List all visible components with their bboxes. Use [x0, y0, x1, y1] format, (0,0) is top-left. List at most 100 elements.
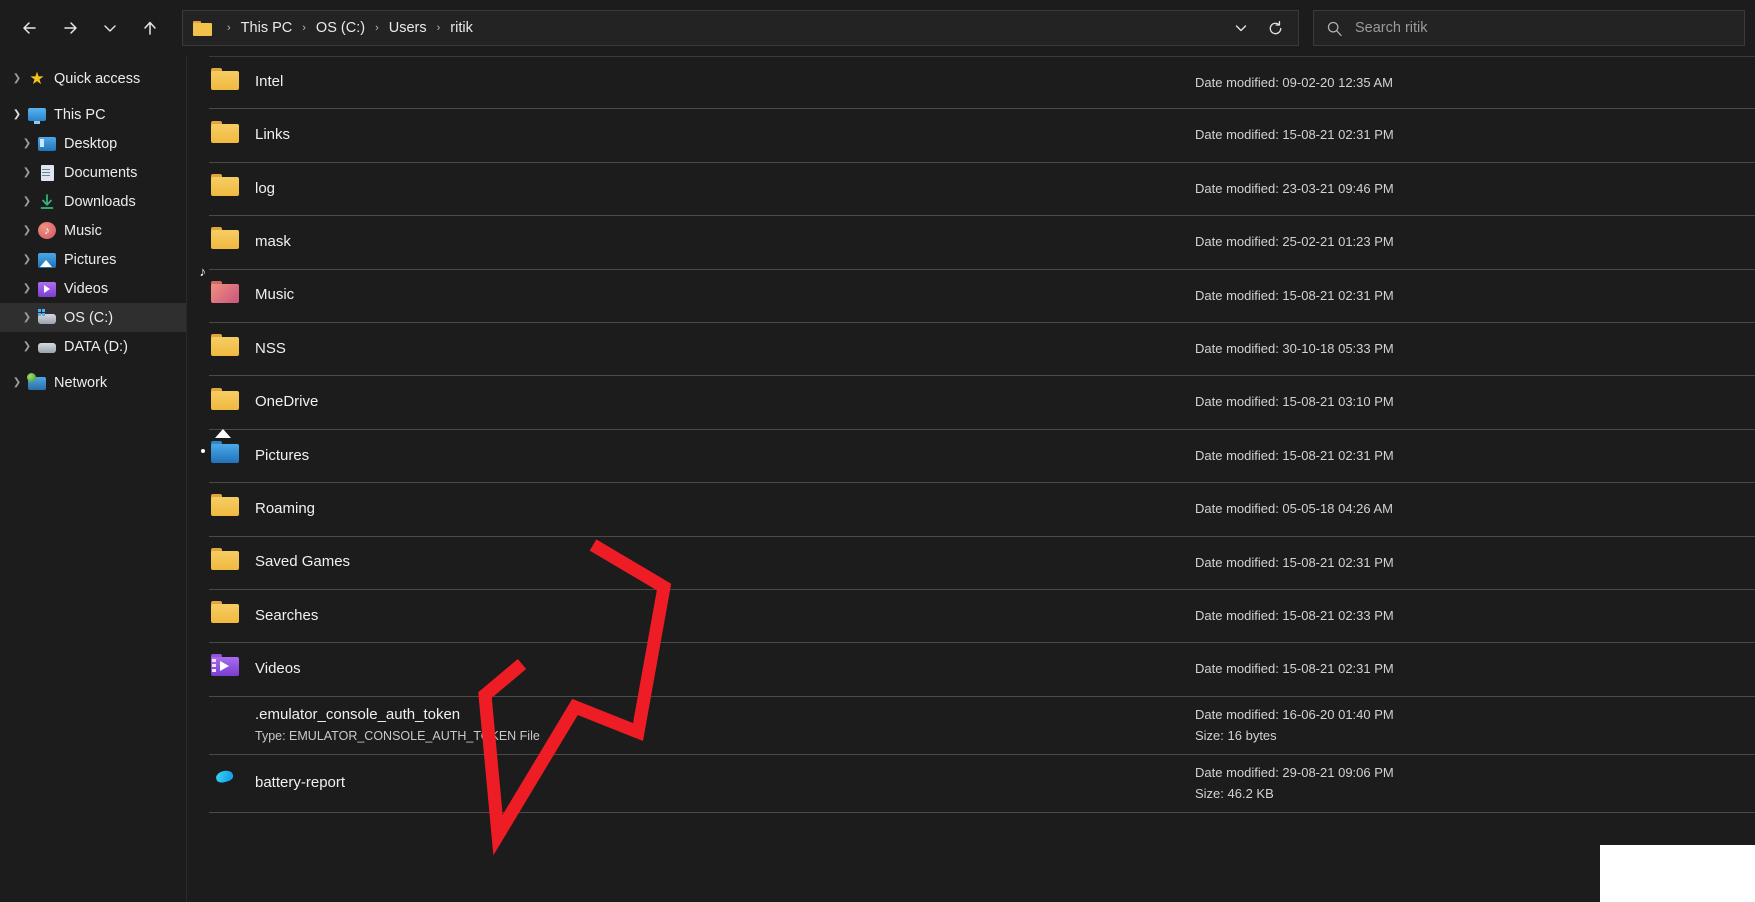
folder-icon — [211, 547, 245, 578]
table-row[interactable]: OneDrive Date modified: 15-08-21 03:10 P… — [209, 376, 1755, 430]
folder-icon — [211, 227, 245, 257]
drive-icon — [38, 338, 56, 356]
recent-locations-button[interactable] — [90, 8, 130, 48]
file-meta: Date modified: 15-08-21 02:31 PM — [1195, 287, 1755, 305]
file-meta: Date modified: 15-08-21 02:33 PM — [1195, 607, 1755, 625]
refresh-icon — [1269, 20, 1281, 34]
star-icon: ★ — [29, 68, 45, 88]
folder-videos-icon — [211, 654, 245, 684]
sidebar-item-documents[interactable]: ❯ Documents — [0, 158, 186, 187]
sidebar-item-label: Network — [54, 374, 108, 391]
breadcrumb-item-ritik[interactable]: ritik — [445, 17, 478, 39]
chevron-right-icon[interactable]: ❯ — [16, 283, 38, 294]
desktop-icon — [38, 135, 56, 153]
date-modified: Date modified: 15-08-21 02:31 PM — [1195, 661, 1394, 677]
table-row[interactable]: Videos Date modified: 15-08-21 02:31 PM — [209, 643, 1755, 697]
file-meta: Date modified: 25-02-21 01:23 PM — [1195, 233, 1755, 251]
address-bar[interactable]: › This PC › OS (C:) › Users › ritik — [182, 10, 1299, 46]
network-icon — [28, 374, 46, 392]
sidebar-item-music[interactable]: ❯ Music — [0, 216, 186, 245]
sidebar-item-label: DATA (D:) — [64, 338, 128, 355]
file-name: Roaming — [255, 499, 316, 517]
file-meta: Date modified: 16-06-20 01:40 PM Size: 1… — [1195, 706, 1755, 745]
sidebar-item-label: Music — [64, 222, 102, 239]
file-meta: Date modified: 15-08-21 02:31 PM — [1195, 554, 1755, 572]
navigation-pane: ❯ ★ Quick access ❯ This PC ❯ Desktop ❯ D… — [0, 56, 187, 902]
sidebar-item-os-c[interactable]: ❯ OS (C:) — [0, 303, 186, 332]
table-row[interactable]: Saved Games Date modified: 15-08-21 02:3… — [209, 537, 1755, 590]
chevron-right-icon[interactable]: ❯ — [16, 138, 38, 149]
table-row[interactable]: Pictures Date modified: 15-08-21 02:31 P… — [201, 428, 1755, 484]
table-row[interactable]: battery-report Date modified: 29-08-21 0… — [209, 755, 1755, 813]
chevron-right-icon[interactable]: ❯ — [16, 254, 38, 265]
sidebar-item-downloads[interactable]: ❯ Downloads — [0, 187, 186, 216]
table-row[interactable]: mask Date modified: 25-02-21 01:23 PM — [209, 216, 1755, 270]
date-modified: Date modified: 16-06-20 01:40 PM — [1195, 706, 1394, 722]
search-input[interactable]: Search ritik — [1355, 20, 1428, 36]
forward-button[interactable] — [50, 8, 90, 48]
sidebar-item-label: Desktop — [64, 135, 118, 152]
title-address-bar: › This PC › OS (C:) › Users › ritik Sear… — [0, 0, 1755, 56]
breadcrumb-item-this-pc[interactable]: This PC — [236, 17, 298, 39]
chevron-right-icon[interactable]: ❯ — [16, 196, 38, 207]
refresh-button[interactable] — [1258, 13, 1292, 43]
sidebar-item-network[interactable]: ❯ Network — [0, 368, 186, 397]
sidebar-item-videos[interactable]: ❯ Videos — [0, 274, 186, 303]
search-box[interactable]: Search ritik — [1313, 10, 1745, 46]
chevron-down-icon[interactable]: ❯ — [6, 109, 28, 120]
folder-icon — [211, 173, 245, 204]
chevron-right-icon[interactable]: ❯ — [6, 73, 28, 84]
file-list[interactable]: Intel Date modified: 09-02-20 12:35 AM L… — [187, 56, 1755, 902]
chevron-right-icon[interactable]: ❯ — [16, 341, 38, 352]
date-modified: Date modified: 15-08-21 03:10 PM — [1195, 394, 1394, 410]
chevron-right-icon[interactable]: ❯ — [16, 225, 38, 236]
table-row[interactable]: Roaming Date modified: 05-05-18 04:26 AM — [209, 483, 1755, 537]
table-row[interactable]: Intel Date modified: 09-02-20 12:35 AM — [209, 56, 1755, 110]
downloads-icon — [38, 193, 56, 211]
table-row[interactable]: ♪ Music Date modified: 15-08-21 02:31 PM — [200, 265, 1755, 323]
documents-icon — [38, 164, 56, 182]
date-modified: Date modified: 05-05-18 04:26 AM — [1195, 501, 1394, 517]
folder-music-icon: ♪ — [200, 265, 245, 311]
breadcrumb-item-users[interactable]: Users — [384, 17, 432, 39]
date-modified: Date modified: 15-08-21 02:31 PM — [1195, 447, 1394, 463]
breadcrumb: › This PC › OS (C:) › Users › ritik — [193, 17, 1224, 39]
chevron-right-icon[interactable]: ❯ — [16, 312, 38, 323]
table-row[interactable]: NSS Date modified: 30-10-18 05:33 PM — [209, 323, 1755, 377]
file-meta: Date modified: 23-03-21 09:46 PM — [1195, 180, 1755, 198]
address-dropdown-button[interactable] — [1224, 13, 1258, 43]
sidebar-item-pictures[interactable]: ❯ Pictures — [0, 245, 186, 274]
table-row[interactable]: log Date modified: 23-03-21 09:46 PM — [209, 163, 1755, 217]
date-modified: Date modified: 15-08-21 02:33 PM — [1195, 608, 1394, 623]
date-modified: Date modified: 25-02-21 01:23 PM — [1195, 234, 1394, 250]
breadcrumb-item-os-c[interactable]: OS (C:) — [311, 17, 370, 39]
date-modified: Date modified: 15-08-21 02:31 PM — [1195, 287, 1394, 303]
file-meta: Date modified: 30-10-18 05:33 PM — [1195, 340, 1755, 358]
date-modified: Date modified: 15-08-21 02:31 PM — [1195, 554, 1394, 570]
sidebar-item-quick-access[interactable]: ❯ ★ Quick access — [0, 64, 186, 93]
search-icon — [1327, 21, 1342, 36]
table-row[interactable]: Links Date modified: 15-08-21 02:31 PM — [209, 109, 1755, 163]
file-size: Size: 16 bytes — [1195, 727, 1277, 743]
folder-icon — [193, 20, 212, 36]
file-name: battery-report — [255, 773, 346, 791]
back-arrow-icon — [23, 22, 36, 34]
pictures-icon — [38, 251, 56, 269]
file-meta: Date modified: 15-08-21 03:10 PM — [1195, 393, 1755, 411]
file-meta: Date modified: 15-08-21 02:31 PM — [1195, 447, 1755, 465]
table-row[interactable]: .emulator_console_auth_token Type: EMULA… — [209, 697, 1755, 755]
chevron-right-icon[interactable]: ❯ — [6, 377, 28, 388]
sidebar-item-label: Downloads — [64, 193, 136, 210]
sidebar-item-data-d[interactable]: ❯ DATA (D:) — [0, 332, 186, 361]
file-name: Videos — [255, 660, 301, 678]
date-modified: Date modified: 30-10-18 05:33 PM — [1195, 341, 1394, 357]
up-button[interactable] — [130, 8, 170, 48]
sidebar-item-this-pc[interactable]: ❯ This PC — [0, 100, 186, 129]
folder-icon — [211, 494, 245, 524]
forward-arrow-icon — [64, 22, 77, 34]
sidebar-item-desktop[interactable]: ❯ Desktop — [0, 129, 186, 158]
chevron-right-icon[interactable]: ❯ — [16, 167, 38, 178]
folder-icon — [211, 120, 245, 151]
table-row[interactable]: Searches Date modified: 15-08-21 02:33 P… — [209, 590, 1755, 644]
back-button[interactable] — [10, 8, 50, 48]
